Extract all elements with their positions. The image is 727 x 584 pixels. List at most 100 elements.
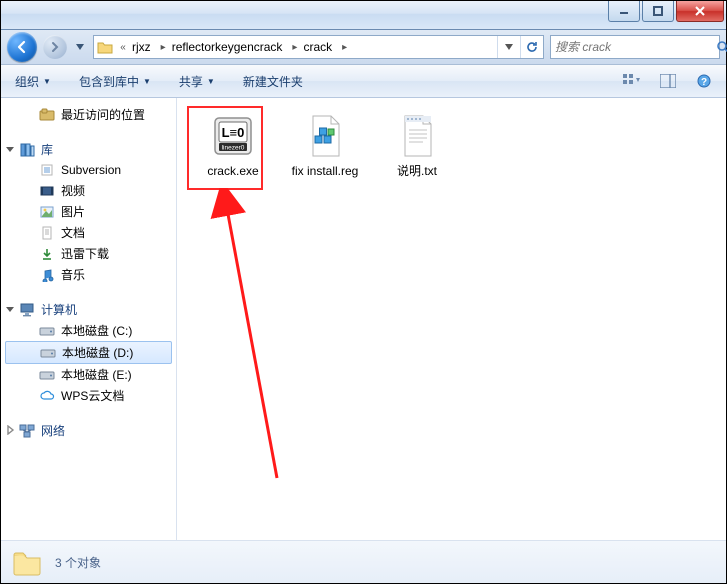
preview-pane-button[interactable] [654,70,682,92]
folder-icon [11,546,43,578]
new-folder-label: 新建文件夹 [243,73,303,90]
svg-text:?: ? [701,77,707,88]
library-item-label: 音乐 [61,266,85,283]
help-button[interactable]: ? [690,70,718,92]
back-button[interactable] [7,32,37,62]
folder-icon [94,36,116,58]
toolbar: 组织 ▼ 包含到库中 ▼ 共享 ▼ 新建文件夹 ? [1,65,726,98]
chevron-right-icon: ▸ [288,42,301,53]
drive-item[interactable]: 本地磁盘 (E:) [1,364,176,385]
drive-label: WPS云文档 [61,387,124,404]
subversion-icon [39,162,55,178]
library-item[interactable]: 文档 [1,222,176,243]
library-item[interactable]: 音乐 [1,264,176,285]
library-item[interactable]: 图片 [1,201,176,222]
include-in-library-button[interactable]: 包含到库中 ▼ [73,69,157,94]
chevron-right-icon: ▸ [338,42,351,53]
close-button[interactable] [676,1,724,22]
chevron-down-icon: ▼ [43,77,51,86]
explorer-window: « rjxz ▸ reflectorkeygencrack ▸ crack ▸ … [0,0,727,584]
libraries-header[interactable]: 库 [1,139,176,160]
libraries-label: 库 [41,141,53,158]
file-name: 说明.txt [397,164,437,178]
drive-icon [40,345,56,361]
new-folder-button[interactable]: 新建文件夹 [237,69,309,94]
recent-places-icon [39,107,55,123]
breadcrumb-segment[interactable]: reflectorkeygencrack [170,40,289,54]
library-item[interactable]: Subversion [1,160,176,180]
share-label: 共享 [179,73,203,90]
organize-label: 组织 [15,73,39,90]
organize-button[interactable]: 组织 ▼ [9,69,57,94]
share-button[interactable]: 共享 ▼ [173,69,221,94]
libraries-icon [19,142,35,158]
drive-item[interactable]: 本地磁盘 (D:) [5,341,172,364]
svg-text:L≡0: L≡0 [222,125,245,140]
library-item[interactable]: 视频 [1,180,176,201]
library-item-label: 图片 [61,203,85,220]
breadcrumb[interactable]: « rjxz ▸ reflectorkeygencrack ▸ crack ▸ [93,35,544,59]
drive-label: 本地磁盘 (E:) [61,366,132,383]
file-item[interactable]: 说明.txt [377,112,457,178]
recent-places-label: 最近访问的位置 [61,106,145,123]
view-options-button[interactable] [618,70,646,92]
expand-closed-icon [5,425,15,435]
nav-history-dropdown[interactable] [73,44,87,50]
search-icon[interactable] [716,40,727,54]
forward-button[interactable] [43,35,67,59]
expand-open-icon [5,144,15,154]
file-item[interactable]: fix install.reg [285,112,365,178]
library-item-label: 文档 [61,224,85,241]
file-name: fix install.reg [292,164,359,178]
videos-icon [39,183,55,199]
breadcrumb-segment[interactable]: crack [301,40,338,54]
status-bar: 3 个对象 [1,540,726,583]
annotation-arrow [207,188,307,488]
computer-label: 计算机 [41,301,77,318]
chevron-right-icon: ▸ [157,42,170,53]
status-text: 3 个对象 [55,554,101,571]
file-item[interactable]: L≡0 linezer0 crack.exe [193,112,273,178]
title-bar [1,1,726,30]
recent-places[interactable]: 最近访问的位置 [1,104,176,125]
computer-header[interactable]: 计算机 [1,299,176,320]
search-box[interactable] [550,35,720,59]
file-name: crack.exe [207,164,258,178]
drive-item[interactable]: WPS云文档 [1,385,176,406]
drive-icon [39,323,55,339]
documents-icon [39,225,55,241]
txt-icon [393,112,441,160]
music-icon [39,267,55,283]
network-icon [19,423,35,439]
breadcrumb-dropdown[interactable] [497,36,520,58]
breadcrumb-prefix: « [116,42,130,53]
drive-label: 本地磁盘 (C:) [61,322,132,339]
file-list[interactable]: L≡0 linezer0 crack.exe [177,98,726,540]
chevron-down-icon: ▼ [207,77,215,86]
refresh-button[interactable] [520,36,543,58]
drive-icon [39,367,55,383]
address-row: « rjxz ▸ reflectorkeygencrack ▸ crack ▸ [1,30,726,65]
drive-item[interactable]: 本地磁盘 (C:) [1,320,176,341]
pictures-icon [39,204,55,220]
body: 最近访问的位置 库 Subversion 视频 [1,98,726,540]
library-item-label: Subversion [61,163,121,177]
computer-icon [19,302,35,318]
cloud-icon [39,388,55,404]
include-label: 包含到库中 [79,73,139,90]
drive-label: 本地磁盘 (D:) [62,344,133,361]
svg-text:linezer0: linezer0 [222,145,245,152]
maximize-button[interactable] [642,1,674,22]
breadcrumb-segment[interactable]: rjxz [130,40,157,54]
network-header[interactable]: 网络 [1,420,176,441]
library-item[interactable]: 迅雷下载 [1,243,176,264]
reg-icon [301,112,349,160]
expand-open-icon [5,304,15,314]
library-item-label: 迅雷下载 [61,245,109,262]
minimize-button[interactable] [608,1,640,22]
network-label: 网络 [41,422,65,439]
navigation-pane[interactable]: 最近访问的位置 库 Subversion 视频 [1,98,177,540]
search-input[interactable] [551,40,716,54]
exe-icon: L≡0 linezer0 [209,112,257,160]
library-item-label: 视频 [61,182,85,199]
